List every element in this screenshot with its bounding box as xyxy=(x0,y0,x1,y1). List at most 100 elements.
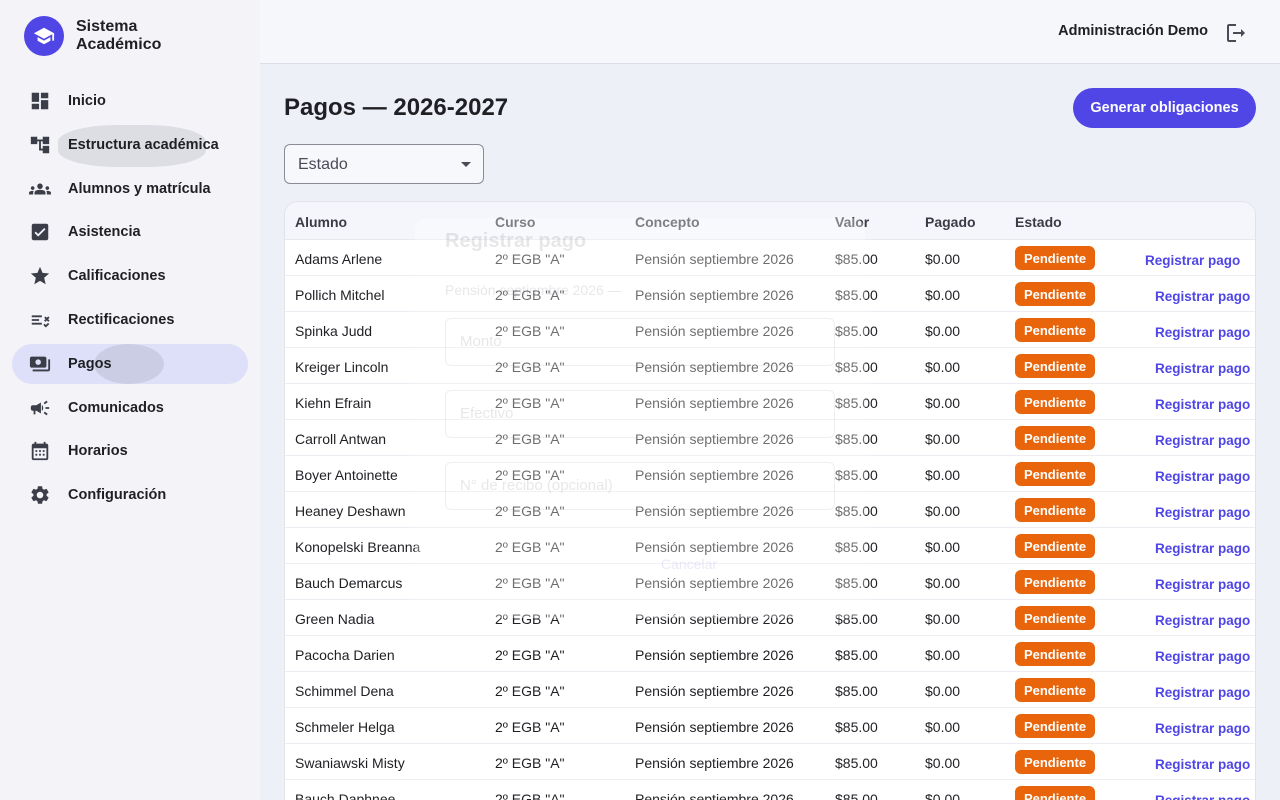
cell-pagado: $0.00 xyxy=(925,467,961,483)
sidebar-item-pagos[interactable]: Pagos xyxy=(12,343,248,384)
brand-line-1: Sistema xyxy=(76,18,138,35)
payments-icon xyxy=(28,352,52,376)
cell-curso: 2º EGB "A" xyxy=(495,755,565,771)
table-row: Kiehn Efrain 2º EGB "A" Pensión septiembre… xyxy=(285,384,1255,420)
table-row: Pacocha Darien 2º EGB "A" Pensión septiemb… xyxy=(285,636,1255,672)
register-payment-link[interactable]: Registrar pago xyxy=(1155,289,1250,304)
sidebar-item-alumnos[interactable]: Alumnos y matrícula xyxy=(12,169,248,209)
status-badge: Pendiente xyxy=(1015,354,1095,378)
status-badge: Pendiente xyxy=(1015,714,1095,738)
gear-icon xyxy=(28,483,52,507)
cell-curso: 2º EGB "A" xyxy=(495,467,565,483)
register-payment-link[interactable]: Registrar pago xyxy=(1155,577,1250,592)
sidebar-item-rectificaciones[interactable]: Rectificaciones xyxy=(12,300,248,340)
cell-alumno: Pollich Mitchel xyxy=(295,287,385,303)
status-badge: Pendiente xyxy=(1015,570,1095,594)
cell-concepto: Pensión septiembre 2026 xyxy=(635,575,794,591)
sidebar-item-inicio[interactable]: Inicio xyxy=(12,81,248,121)
status-badge: Pendiente xyxy=(1015,318,1095,342)
cell-valor: $85.00 xyxy=(835,467,878,483)
register-payment-link[interactable]: Registrar pago xyxy=(1155,361,1250,376)
register-payment-link[interactable]: Registrar pago xyxy=(1145,253,1240,268)
cell-pagado: $0.00 xyxy=(925,323,961,339)
register-payment-link[interactable]: Registrar pago xyxy=(1155,685,1250,700)
table-row: Spinka Judd 2º EGB "A" Pensión septiembre … xyxy=(285,312,1255,348)
sidebar-item-calificaciones[interactable]: Calificaciones xyxy=(12,256,248,296)
sidebar-item-label: Inicio xyxy=(68,93,106,109)
sidebar-item-label: Alumnos y matrícula xyxy=(68,180,211,197)
register-payment-link[interactable]: Registrar pago xyxy=(1155,793,1250,800)
cell-alumno: Adams Arlene xyxy=(295,251,383,267)
megaphone-icon xyxy=(28,396,52,420)
sidebar-item-label: Pagos xyxy=(68,355,112,372)
cell-alumno: Kiehn Efrain xyxy=(295,395,372,411)
cell-concepto: Pensión septiembre 2026 xyxy=(635,755,794,771)
register-payment-link[interactable]: Registrar pago xyxy=(1155,433,1250,448)
sidebar-item-comunicados[interactable]: Comunicados xyxy=(12,388,248,428)
cell-valor: $85.00 xyxy=(835,575,878,591)
cell-valor: $85.00 xyxy=(835,791,878,800)
edit-list-icon xyxy=(28,308,52,332)
register-payment-link[interactable]: Registrar pago xyxy=(1155,325,1250,340)
generate-obligations-button[interactable]: Generar obligaciones xyxy=(1073,88,1256,128)
sidebar-item-asistencia[interactable]: Asistencia xyxy=(12,212,248,252)
cell-curso: 2º EGB "A" xyxy=(495,431,565,447)
sidebar-item-estructura[interactable]: Estructura académica xyxy=(12,124,248,167)
hierarchy-icon xyxy=(28,133,52,157)
status-badge: Pendiente xyxy=(1015,426,1095,450)
status-badge: Pendiente xyxy=(1015,606,1095,630)
column-header-alumno: Alumno xyxy=(295,214,348,230)
cell-curso: 2º EGB "A" xyxy=(495,647,565,663)
cell-curso: 2º EGB "A" xyxy=(495,323,565,339)
cell-valor: $85.00 xyxy=(835,647,878,663)
register-payment-link[interactable]: Registrar pago xyxy=(1155,721,1250,736)
top-bar: Administración Demo xyxy=(260,0,1280,64)
cell-concepto: Pensión septiembre 2026 xyxy=(635,395,794,411)
cell-valor: $85.00 xyxy=(835,431,878,447)
cell-pagado: $0.00 xyxy=(925,791,961,800)
sidebar-item-label: Rectificaciones xyxy=(68,311,175,328)
cell-pagado: $0.00 xyxy=(925,287,961,303)
cell-concepto: Pensión septiembre 2026 xyxy=(635,431,794,447)
sidebar-item-horarios[interactable]: Horarios xyxy=(12,431,248,471)
cell-alumno: Schimmel Dena xyxy=(295,683,394,699)
table-row: Kreiger Lincoln 2º EGB "A" Pensión septiem… xyxy=(285,348,1255,384)
table-row: Adams Arlene 2º EGB "A" Pensión septiembre… xyxy=(285,240,1255,276)
cell-pagado: $0.00 xyxy=(925,503,961,519)
cell-concepto: Pensión septiembre 2026 xyxy=(635,611,794,627)
cell-alumno: Carroll Antwan xyxy=(295,431,387,447)
status-badge: Pendiente xyxy=(1015,390,1095,414)
cell-concepto: Pensión septiembre 2026 xyxy=(635,467,794,483)
register-payment-link[interactable]: Registrar pago xyxy=(1155,541,1250,556)
register-payment-link[interactable]: Registrar pago xyxy=(1155,397,1250,412)
status-filter-select[interactable]: Estado xyxy=(284,144,484,184)
brand[interactable]: Sistema Académico xyxy=(24,16,161,56)
cell-concepto: Pensión septiembre 2026 xyxy=(635,503,794,519)
sidebar-item-label: Estructura académica xyxy=(68,136,219,153)
status-badge: Pendiente xyxy=(1015,462,1095,486)
logout-icon[interactable] xyxy=(1224,21,1248,45)
status-badge: Pendiente xyxy=(1015,678,1095,702)
cell-alumno: Konopelski Breanna xyxy=(295,539,421,555)
column-header-concepto: Concepto xyxy=(635,214,700,230)
register-payment-link[interactable]: Registrar pago xyxy=(1155,649,1250,664)
cell-alumno: Schmeler Helga xyxy=(295,719,395,735)
register-payment-link[interactable]: Registrar pago xyxy=(1155,757,1250,772)
cell-pagado: $0.00 xyxy=(925,575,961,591)
status-badge: Pendiente xyxy=(1015,498,1095,522)
sidebar-item-configuracion[interactable]: Configuración xyxy=(12,475,248,515)
cell-valor: $85.00 xyxy=(835,395,878,411)
cell-concepto: Pensión septiembre 2026 xyxy=(635,359,794,375)
page-title: Pagos — 2026-2027 xyxy=(284,94,509,121)
cell-alumno: Green Nadia xyxy=(295,611,375,627)
status-filter-label: Estado xyxy=(298,156,348,173)
register-payment-link[interactable]: Registrar pago xyxy=(1155,469,1250,484)
cell-valor: $85.00 xyxy=(835,359,878,375)
register-payment-link[interactable]: Registrar pago xyxy=(1155,613,1250,628)
table-row: Schimmel Dena 2º EGB "A" Pensión septiembr… xyxy=(285,672,1255,708)
cell-pagado: $0.00 xyxy=(925,647,961,663)
checklist-icon xyxy=(28,220,52,244)
register-payment-link[interactable]: Registrar pago xyxy=(1155,505,1250,520)
cell-alumno: Heaney Deshawn xyxy=(295,503,406,519)
sidebar-item-label: Horarios xyxy=(68,443,128,460)
